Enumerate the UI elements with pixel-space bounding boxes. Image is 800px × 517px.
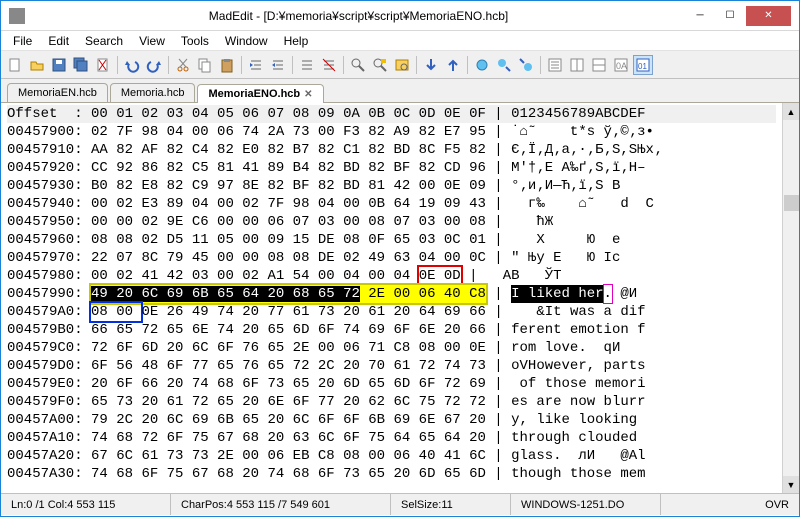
tab-memoriaen[interactable]: MemoriaEN.hcb xyxy=(7,83,108,102)
viewmode1-icon[interactable] xyxy=(545,55,565,75)
scroll-down-icon[interactable]: ▼ xyxy=(783,476,799,493)
hex-row[interactable]: 00457900: 02 7F 98 04 00 06 74 2A 73 00 … xyxy=(7,123,776,141)
minimize-button[interactable]: ─ xyxy=(686,6,714,26)
hex-row[interactable]: 00457A00: 79 2C 20 6C 69 6B 65 20 6C 6F … xyxy=(7,411,776,429)
tab-close-icon[interactable]: ✕ xyxy=(304,89,312,100)
findprev-icon[interactable] xyxy=(443,55,463,75)
hex-row[interactable]: 00457940: 00 02 E3 89 04 00 02 7F 98 04 … xyxy=(7,195,776,213)
hex-row[interactable]: 00457960: 08 08 02 D5 11 05 00 09 15 DE … xyxy=(7,231,776,249)
hex-row[interactable]: 00457950: 00 00 02 9E C6 00 00 06 07 03 … xyxy=(7,213,776,231)
tabbar: MemoriaEN.hcb Memoria.hcb MemoriaENO.hcb… xyxy=(1,79,799,103)
find-icon[interactable] xyxy=(348,55,368,75)
svg-text:01: 01 xyxy=(638,62,647,71)
menu-window[interactable]: Window xyxy=(217,32,276,50)
hex-row[interactable]: 00457930: B0 82 E8 82 C9 97 8E 82 BF 82 … xyxy=(7,177,776,195)
status-position: Ln:0 /1 Col:4 553 115 xyxy=(1,494,171,515)
save-icon[interactable] xyxy=(49,55,69,75)
hex-row[interactable]: 004579E0: 20 6F 66 20 74 68 6F 73 65 20 … xyxy=(7,375,776,393)
titlebar: MadEdit - [D:¥memoria¥script¥script¥Memo… xyxy=(1,1,799,31)
open-icon[interactable] xyxy=(27,55,47,75)
hex-row[interactable]: 00457980: 00 02 41 42 03 00 02 A1 54 00 … xyxy=(7,267,776,285)
replace-icon[interactable] xyxy=(370,55,390,75)
menubar: File Edit Search View Tools Window Help xyxy=(1,31,799,51)
status-selsize: SelSize:11 xyxy=(391,494,511,515)
copy-icon[interactable] xyxy=(195,55,215,75)
separator xyxy=(168,56,169,74)
menu-view[interactable]: View xyxy=(131,32,173,50)
statusbar: Ln:0 /1 Col:4 553 115 CharPos:4 553 115 … xyxy=(1,493,799,515)
tab-memoriaeno[interactable]: MemoriaENO.hcb ✕ xyxy=(197,84,323,103)
outdent-icon[interactable] xyxy=(268,55,288,75)
scroll-up-icon[interactable]: ▲ xyxy=(783,103,799,120)
separator xyxy=(241,56,242,74)
menu-tools[interactable]: Tools xyxy=(173,32,217,50)
new-icon[interactable] xyxy=(5,55,25,75)
tab-memoria[interactable]: Memoria.hcb xyxy=(110,83,196,102)
nextbookmark-icon[interactable] xyxy=(494,55,514,75)
separator xyxy=(343,56,344,74)
prevbookmark-icon[interactable] xyxy=(516,55,536,75)
separator xyxy=(292,56,293,74)
findinfiles-icon[interactable] xyxy=(392,55,412,75)
menu-file[interactable]: File xyxy=(5,32,40,50)
status-encoding: WINDOWS-1251.DO xyxy=(511,494,661,515)
maximize-button[interactable]: ☐ xyxy=(716,6,744,26)
hex-row[interactable]: 00457970: 22 07 8C 79 45 00 00 08 08 DE … xyxy=(7,249,776,267)
hex-row[interactable]: 00457910: AA 82 AF 82 C4 82 E0 82 B7 82 … xyxy=(7,141,776,159)
undo-icon[interactable] xyxy=(122,55,142,75)
window-controls: ─ ☐ ✕ xyxy=(684,6,791,26)
hex-row[interactable]: 004579F0: 65 73 20 61 72 65 20 6E 6F 77 … xyxy=(7,393,776,411)
app-icon xyxy=(9,8,25,24)
hex-row[interactable]: 00457A30: 74 68 6F 75 67 68 20 74 68 6F … xyxy=(7,465,776,483)
scrollbar[interactable]: ▲ ▼ xyxy=(782,103,799,493)
hex-row[interactable]: 00457A10: 74 68 72 6F 75 67 68 20 63 6C … xyxy=(7,429,776,447)
status-charpos: CharPos:4 553 115 /7 549 601 xyxy=(171,494,391,515)
paste-icon[interactable] xyxy=(217,55,237,75)
saveall-icon[interactable] xyxy=(71,55,91,75)
hex-row[interactable]: 00457920: CC 92 86 82 C5 81 41 89 B4 82 … xyxy=(7,159,776,177)
scroll-thumb[interactable] xyxy=(784,195,799,211)
hex-row[interactable]: 00457A20: 67 6C 61 73 73 2E 00 06 EB C8 … xyxy=(7,447,776,465)
bookmark-icon[interactable] xyxy=(472,55,492,75)
window-title: MadEdit - [D:¥memoria¥script¥script¥Memo… xyxy=(33,9,684,23)
hex-row[interactable]: 004579C0: 72 6F 6D 20 6C 6F 76 65 2E 00 … xyxy=(7,339,776,357)
status-mode: OVR xyxy=(661,494,799,515)
comment-icon[interactable] xyxy=(297,55,317,75)
indent-icon[interactable] xyxy=(246,55,266,75)
separator xyxy=(416,56,417,74)
hex-row[interactable]: 00457990: 49 20 6C 69 6B 65 64 20 68 65 … xyxy=(7,285,776,303)
hex-row[interactable]: 004579B0: 66 65 72 65 6E 74 20 65 6D 6F … xyxy=(7,321,776,339)
separator xyxy=(540,56,541,74)
hex-row[interactable]: 004579D0: 6F 56 48 6F 77 65 76 65 72 2C … xyxy=(7,357,776,375)
close-icon[interactable] xyxy=(93,55,113,75)
uncomment-icon[interactable] xyxy=(319,55,339,75)
close-button[interactable]: ✕ xyxy=(746,6,791,26)
viewmode2-icon[interactable] xyxy=(567,55,587,75)
viewmode3-icon[interactable] xyxy=(589,55,609,75)
svg-text:0A: 0A xyxy=(616,61,627,71)
hexmode-icon[interactable]: 01 xyxy=(633,55,653,75)
menu-help[interactable]: Help xyxy=(276,32,317,50)
viewmode4-icon[interactable]: 0A xyxy=(611,55,631,75)
hex-row[interactable]: 004579A0: 08 00 0E 26 49 74 20 77 61 73 … xyxy=(7,303,776,321)
separator xyxy=(117,56,118,74)
menu-search[interactable]: Search xyxy=(77,32,131,50)
menu-edit[interactable]: Edit xyxy=(40,32,77,50)
hex-editor[interactable]: Offset : 00 01 02 03 04 05 06 07 08 09 0… xyxy=(1,103,799,493)
redo-icon[interactable] xyxy=(144,55,164,75)
cut-icon[interactable] xyxy=(173,55,193,75)
separator xyxy=(467,56,468,74)
toolbar: 0A 01 xyxy=(1,51,799,79)
findnext-icon[interactable] xyxy=(421,55,441,75)
